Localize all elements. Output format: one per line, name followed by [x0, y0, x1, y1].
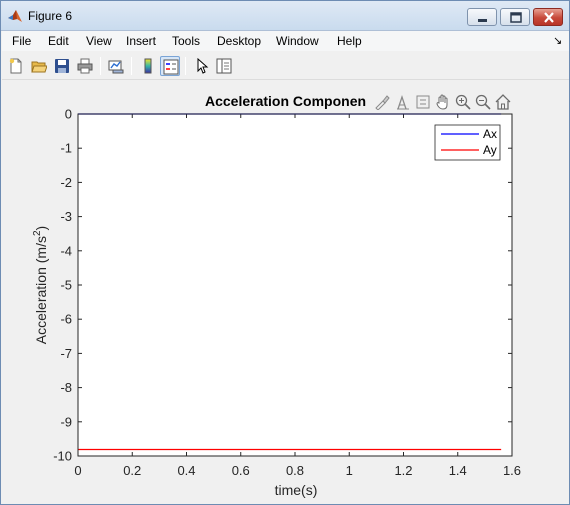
x-tick-label: 0.6 — [232, 463, 250, 478]
home-icon — [495, 94, 511, 110]
x-axis-label: time(s) — [275, 482, 318, 498]
y-axis-label: Acceleration (m/s2) — [32, 226, 49, 344]
rotate-icon — [416, 95, 430, 109]
y-tick-label: -3 — [60, 209, 72, 224]
plot-surface: 0 0.2 0.4 0.6 0.8 1 1.2 1.4 1.6 0 -1 -2 -3 -4 -5 -6 -7 -8… — [32, 93, 521, 498]
y-tick-label: -4 — [60, 243, 72, 258]
zoom-out-button[interactable] — [474, 93, 492, 111]
x-tick-label: 1.4 — [449, 463, 467, 478]
y-tick-label: -2 — [60, 175, 72, 190]
data-tips-button[interactable] — [394, 93, 412, 111]
brush-icon — [375, 95, 390, 110]
chart-title: Acceleration Componen — [205, 93, 366, 109]
y-axis-label-main: Acceleration (m/s — [33, 236, 49, 344]
x-tick-label: 0.8 — [286, 463, 304, 478]
brush-button[interactable] — [373, 93, 391, 111]
y-tick-label: -8 — [60, 380, 72, 395]
figure-window: Figure 6 File Edit View Insert Tools Des… — [0, 0, 570, 505]
home-button[interactable] — [494, 93, 512, 111]
y-tick-label: -10 — [53, 449, 72, 464]
x-tick-label: 1.2 — [394, 463, 412, 478]
pan-button[interactable] — [434, 93, 452, 111]
y-tick-label: -9 — [60, 414, 72, 429]
legend-label-ax: Ax — [483, 127, 497, 141]
y-tick-label: -7 — [60, 346, 72, 361]
x-tick-label: 0 — [74, 463, 81, 478]
rotate-button[interactable] — [414, 93, 432, 111]
x-tick-label: 1 — [346, 463, 353, 478]
y-tick-label: 0 — [65, 107, 72, 122]
legend-label-ay: Ay — [483, 143, 497, 157]
x-tick-label: 1.6 — [503, 463, 521, 478]
legend[interactable]: Ax Ay — [434, 124, 501, 161]
y-axis-label-suffix: ) — [33, 226, 49, 231]
y-tick-label: -5 — [60, 278, 72, 293]
zoom-in-icon — [455, 94, 471, 110]
x-tick-label: 0.2 — [123, 463, 141, 478]
axes-background — [78, 114, 512, 456]
zoom-in-button[interactable] — [454, 93, 472, 111]
zoom-out-icon — [475, 94, 491, 110]
x-tick-label: 0.4 — [177, 463, 195, 478]
pan-icon — [436, 94, 448, 110]
y-tick-label: -1 — [60, 141, 72, 156]
y-tick-label: -6 — [60, 312, 72, 327]
data-tips-icon — [397, 94, 409, 110]
